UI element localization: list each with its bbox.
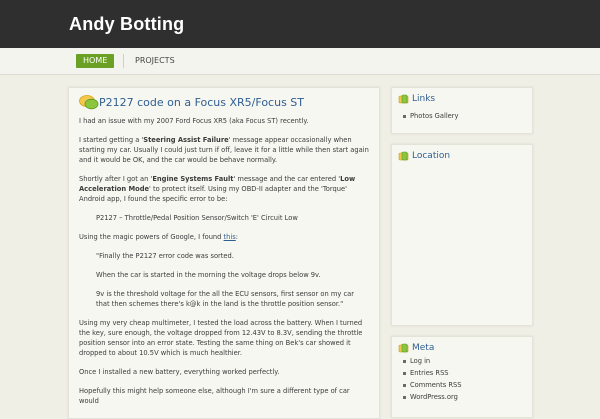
quote-line: "Finally the P2127 error code was sorted… (96, 252, 234, 260)
location-widget: Location (391, 144, 533, 326)
nav-projects-tab[interactable]: PROJECTS (135, 54, 175, 68)
bold-text: Engine Systems Fault (152, 175, 234, 183)
text: : (235, 233, 239, 241)
text: I started getting a ' (79, 136, 144, 144)
text: Using the magic powers of Google, I foun… (79, 233, 224, 241)
meta-link[interactable]: Entries RSS (410, 369, 449, 377)
meta-widget: Meta Log in Entries RSS Comments RSS Wor… (391, 336, 533, 418)
post-paragraph: Once I installed a new battery, everythi… (79, 368, 280, 376)
post-paragraph: Hopefully this might help someone else, … (79, 387, 350, 405)
bold-text: Steering Assist Failure (143, 136, 229, 144)
bullet-icon (403, 359, 406, 363)
bullet-icon (403, 383, 406, 387)
meta-title: Meta (412, 343, 435, 353)
meta-link[interactable]: Log in (410, 357, 430, 365)
quote-line: 9v is the threshold voltage for the all … (96, 290, 354, 308)
folder-leaf-icon (398, 94, 409, 104)
link-label[interactable]: Photos Gallery (410, 112, 459, 120)
bullet-icon (403, 371, 406, 375)
post-title[interactable]: P2127 code on a Focus XR5/Focus ST (99, 96, 304, 109)
site-header: Andy Botting (0, 0, 600, 48)
meta-link[interactable]: Comments RSS (410, 381, 462, 389)
text: Shortly after I got an ' (79, 175, 153, 183)
meta-item[interactable]: Comments RSS (403, 381, 462, 389)
quote-line: When the car is started in the morning t… (96, 271, 321, 279)
post-paragraph: Using the magic powers of Google, I foun… (79, 232, 369, 242)
post-paragraph: Using my very cheap multimeter, I tested… (79, 319, 363, 357)
links-item[interactable]: Photos Gallery (403, 112, 459, 120)
meta-item[interactable]: Entries RSS (403, 369, 449, 377)
this-link[interactable]: this (224, 233, 236, 241)
post-card: P2127 code on a Focus XR5/Focus ST I had… (68, 87, 380, 419)
folder-leaf-icon (398, 151, 409, 161)
text: ' message and the car entered ' (233, 175, 341, 183)
post-body: I had an issue with my 2007 Ford Focus X… (79, 116, 369, 415)
bullet-icon (403, 395, 406, 399)
nav-divider (123, 54, 124, 68)
site-title[interactable]: Andy Botting (69, 14, 184, 35)
folder-leaf-icon (398, 343, 409, 353)
nav-home-tab[interactable]: HOME (76, 54, 115, 68)
post-paragraph: I started getting a 'Steering Assist Fai… (79, 135, 369, 165)
links-title: Links (412, 94, 436, 104)
post-paragraph: Shortly after I got an 'Engine Systems F… (79, 174, 369, 204)
error-code-quote: P2127 – Throttle/Pedal Position Sensor/S… (96, 214, 298, 222)
links-widget: Links Photos Gallery (391, 87, 533, 134)
location-title: Location (412, 151, 451, 161)
chat-bubbles-icon (79, 95, 99, 110)
bullet-icon (403, 114, 406, 118)
meta-item[interactable]: Log in (403, 357, 430, 365)
post-paragraph: I had an issue with my 2007 Ford Focus X… (79, 117, 309, 125)
